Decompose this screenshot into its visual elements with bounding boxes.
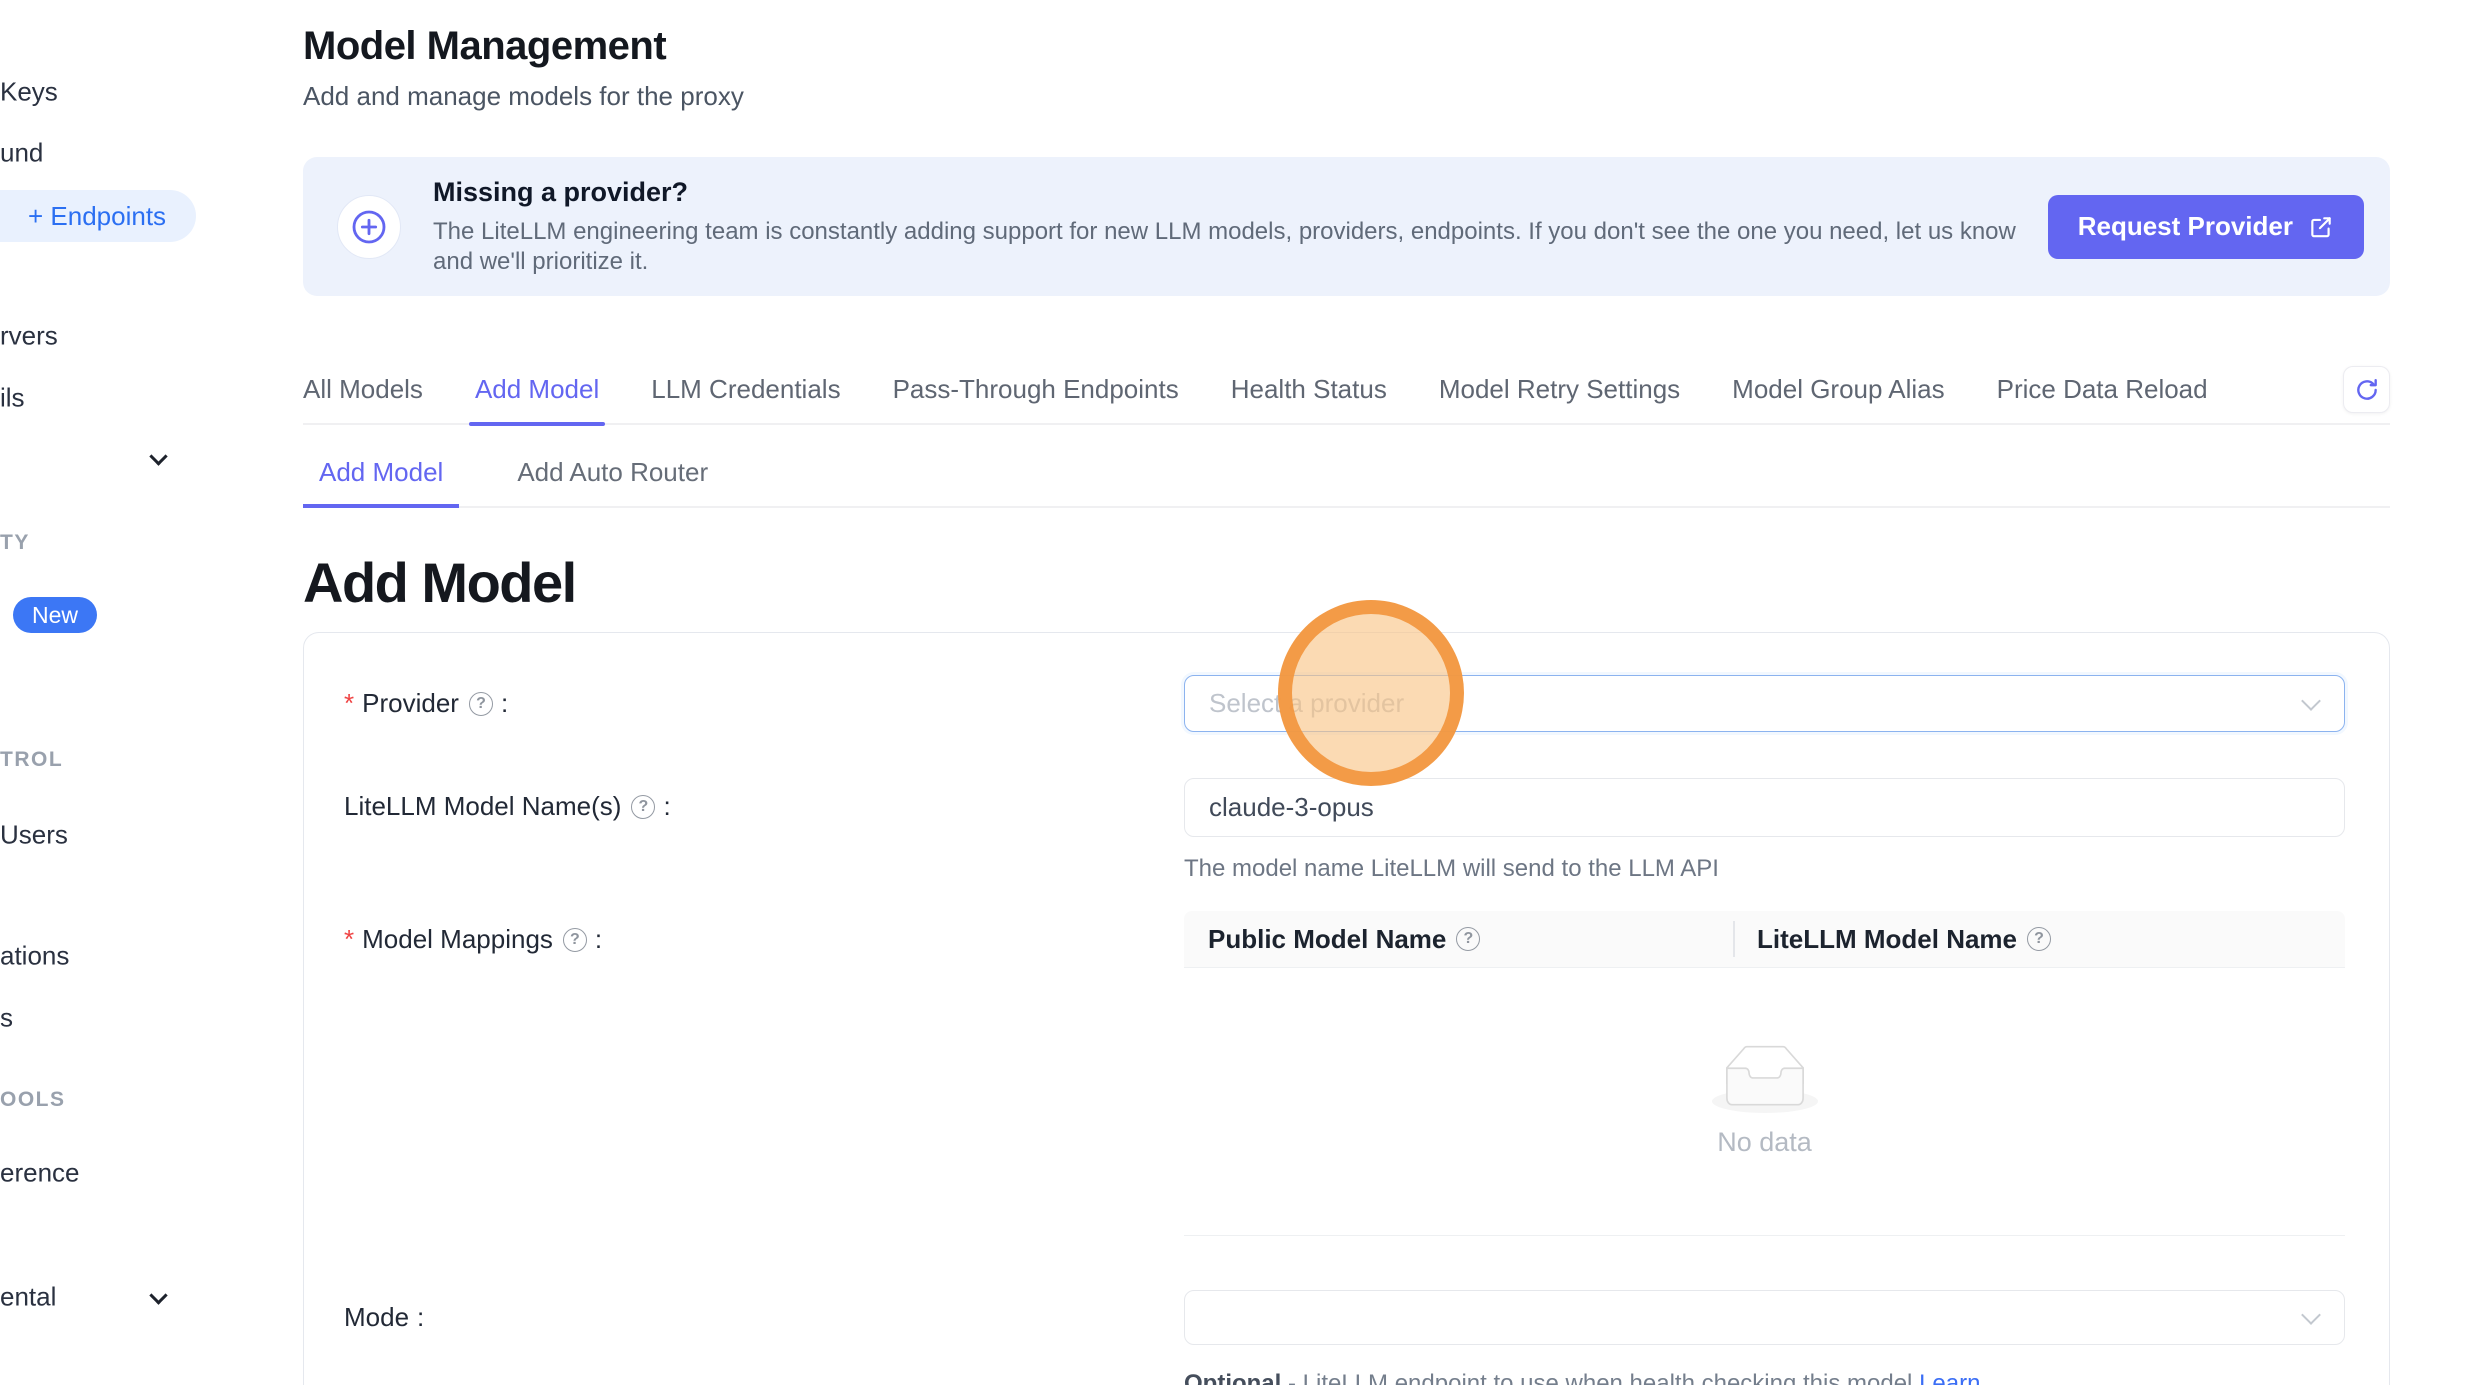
missing-provider-banner: Missing a provider? The LiteLLM engineer…: [303, 157, 2390, 296]
model-mappings-label: * Model Mappings ? :: [344, 911, 1184, 968]
provider-label: * Provider ? :: [344, 675, 1184, 732]
sidebar-item-users[interactable]: Users: [0, 820, 68, 851]
help-icon[interactable]: ?: [1456, 927, 1480, 951]
subtab-add-model[interactable]: Add Model: [303, 425, 459, 506]
tab-model-retry-settings[interactable]: Model Retry Settings: [1439, 374, 1680, 423]
mode-helper-bold: Optional: [1184, 1370, 1281, 1385]
table-header: Public Model Name ? LiteLLM Model Name ?: [1184, 911, 2345, 968]
chevron-down-icon: [2301, 691, 2321, 711]
mode-select[interactable]: [1184, 1290, 2345, 1345]
request-provider-label: Request Provider: [2078, 211, 2293, 242]
required-asterisk: *: [344, 924, 354, 955]
empty-inbox-icon: [1712, 1045, 1818, 1113]
tab-price-data-reload[interactable]: Price Data Reload: [1997, 374, 2208, 423]
plus-circle-icon: [337, 195, 401, 259]
model-name-input[interactable]: claude-3-opus: [1184, 778, 2345, 837]
sidebar-item-teams[interactable]: s: [0, 1003, 13, 1034]
tab-health-status[interactable]: Health Status: [1231, 374, 1387, 423]
model-mappings-row: * Model Mappings ? : Public Model Name ?…: [344, 911, 2345, 1236]
col-public-label: Public Model Name: [1208, 924, 1446, 955]
model-name-label: LiteLLM Model Name(s) ? :: [344, 778, 1184, 835]
no-data-text: No data: [1717, 1127, 1812, 1158]
col-litellm-model-name: LiteLLM Model Name ?: [1733, 924, 2345, 955]
chevron-down-icon: [2301, 1305, 2321, 1325]
model-tabs: All Models Add Model LLM Credentials Pas…: [303, 374, 2390, 425]
help-icon[interactable]: ?: [631, 795, 655, 819]
mode-helper: Optional - LiteLLM endpoint to use when …: [1184, 1370, 2345, 1385]
subtab-add-auto-router[interactable]: Add Auto Router: [501, 425, 724, 506]
new-badge[interactable]: New: [13, 597, 97, 633]
mode-row: Mode : Optional - LiteLLM endpoint to us…: [344, 1290, 2345, 1385]
add-model-form-card: * Provider ? : Select a provider LiteLLM…: [303, 632, 2390, 1385]
sidebar-item-guardrails[interactable]: ils: [0, 383, 25, 414]
sidebar-item-organizations[interactable]: ations: [0, 941, 69, 972]
model-management-page: Keys und + Endpoints rvers ils TY New TR…: [0, 0, 2477, 1385]
sidebar-item-playground[interactable]: und: [0, 138, 43, 169]
banner-text: Missing a provider? The LiteLLM engineer…: [433, 177, 2033, 277]
external-link-icon: [2308, 214, 2334, 240]
label-colon: :: [417, 1302, 424, 1333]
model-mappings-table: Public Model Name ? LiteLLM Model Name ?: [1184, 911, 2345, 1236]
help-icon[interactable]: ?: [563, 928, 587, 952]
add-model-subtabs: Add Model Add Auto Router: [303, 425, 2390, 508]
label-colon: :: [501, 688, 508, 719]
table-empty-state: No data: [1184, 968, 2345, 1236]
banner-title: Missing a provider?: [433, 177, 2033, 208]
sidebar-item-reference[interactable]: erence: [0, 1158, 80, 1189]
provider-row: * Provider ? : Select a provider: [344, 675, 2345, 732]
required-asterisk: *: [344, 688, 354, 719]
sidebar: Keys und + Endpoints rvers ils TY New TR…: [0, 0, 230, 1385]
provider-select[interactable]: Select a provider: [1184, 675, 2345, 732]
sidebar-section-access-control: TROL: [0, 748, 63, 772]
model-name-label-text: LiteLLM Model Name(s): [344, 791, 621, 822]
col-public-model-name: Public Model Name ?: [1184, 924, 1733, 955]
learn-link[interactable]: Learn: [1919, 1370, 1980, 1385]
model-name-row: LiteLLM Model Name(s) ? : claude-3-opus …: [344, 778, 2345, 883]
mode-field-wrap: Optional - LiteLLM endpoint to use when …: [1184, 1290, 2345, 1385]
sidebar-item-keys[interactable]: Keys: [0, 77, 58, 108]
tab-model-group-alias[interactable]: Model Group Alias: [1732, 374, 1944, 423]
tab-all-models[interactable]: All Models: [303, 374, 423, 423]
refresh-icon: [2354, 377, 2380, 403]
sidebar-item-label: + Endpoints: [28, 201, 166, 232]
label-colon: :: [663, 791, 670, 822]
label-colon: :: [595, 924, 602, 955]
sidebar-item-models-endpoints[interactable]: + Endpoints: [0, 190, 196, 242]
sidebar-section-observability: TY: [0, 531, 30, 555]
tab-add-model[interactable]: Add Model: [475, 374, 599, 423]
refresh-button[interactable]: [2343, 366, 2390, 413]
chevron-down-icon[interactable]: [149, 1286, 167, 1304]
tab-llm-credentials[interactable]: LLM Credentials: [651, 374, 840, 423]
request-provider-button[interactable]: Request Provider: [2048, 195, 2364, 259]
tab-pass-through-endpoints[interactable]: Pass-Through Endpoints: [893, 374, 1179, 423]
page-subtitle: Add and manage models for the proxy: [303, 81, 2390, 112]
page-title: Model Management: [303, 24, 2390, 69]
col-litellm-label: LiteLLM Model Name: [1757, 924, 2017, 955]
provider-placeholder: Select a provider: [1209, 688, 1404, 719]
model-name-field-wrap: claude-3-opus The model name LiteLLM wil…: [1184, 778, 2345, 883]
banner-body: The LiteLLM engineering team is constant…: [433, 217, 2033, 277]
sidebar-item-experimental[interactable]: ental: [0, 1282, 56, 1313]
header-divider: [1733, 921, 1735, 957]
mode-label-text: Mode: [344, 1302, 409, 1333]
mode-helper-text: - LiteLLM endpoint to use when health ch…: [1281, 1370, 1919, 1385]
model-name-value: claude-3-opus: [1209, 792, 1374, 823]
help-icon[interactable]: ?: [469, 692, 493, 716]
model-name-helper: The model name LiteLLM will send to the …: [1184, 855, 2345, 883]
help-icon[interactable]: ?: [2027, 927, 2051, 951]
provider-label-text: Provider: [362, 688, 459, 719]
model-mappings-label-text: Model Mappings: [362, 924, 553, 955]
sidebar-section-tools: OOLS: [0, 1088, 66, 1112]
chevron-down-icon[interactable]: [149, 447, 167, 465]
mode-label: Mode :: [344, 1290, 1184, 1345]
sidebar-item-servers[interactable]: rvers: [0, 321, 58, 352]
main-content: Model Management Add and manage models f…: [303, 0, 2390, 1385]
add-model-heading: Add Model: [303, 550, 2390, 615]
